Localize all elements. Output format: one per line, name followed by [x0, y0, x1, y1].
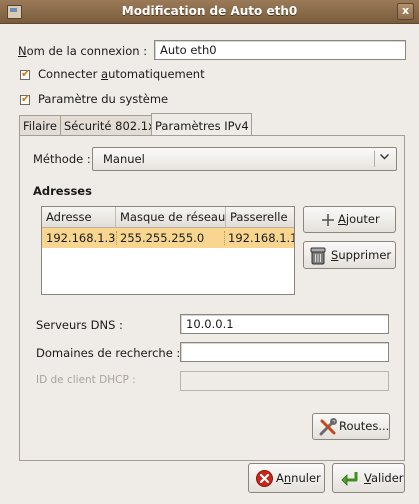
- ok-button-label: Valider: [364, 471, 404, 485]
- addresses-table[interactable]: Adresse Masque de réseau Passerelle 192.…: [41, 206, 295, 295]
- tab-ipv4[interactable]: Paramètres IPv4: [151, 113, 252, 136]
- auto-connect-label: Connecter automatiquement: [38, 67, 205, 81]
- ok-button[interactable]: Valider: [332, 463, 405, 493]
- dns-input[interactable]: 10.0.0.1: [180, 314, 389, 334]
- tab-filaire[interactable]: Filaire: [19, 115, 61, 135]
- search-domains-label: Domaines de recherche :: [36, 346, 181, 360]
- table-cell-netmask[interactable]: 255.255.255.0: [116, 231, 204, 245]
- method-combo[interactable]: Manuel: [92, 147, 397, 171]
- column-header-netmask[interactable]: Masque de réseau: [116, 207, 226, 228]
- remove-button-label: Supprimer: [331, 248, 392, 262]
- tab-securite[interactable]: Sécurité 802.1x: [60, 115, 155, 135]
- dialog-window: Modification de Auto eth0 x Nom de la co…: [0, 0, 419, 504]
- enter-arrow-icon: [340, 470, 360, 490]
- search-domains-input[interactable]: [180, 342, 389, 362]
- connection-name-label: Nom de la connexion :: [18, 44, 148, 58]
- dns-label: Serveurs DNS :: [36, 318, 123, 332]
- cancel-icon: [256, 470, 273, 490]
- connection-name-input[interactable]: Auto eth0: [154, 40, 406, 60]
- trash-icon: [309, 246, 327, 268]
- column-header-gateway[interactable]: Passerelle: [226, 207, 294, 228]
- method-value: Manuel: [103, 152, 145, 166]
- addresses-heading: Adresses: [33, 184, 92, 198]
- routes-button-label: Routes...: [339, 419, 390, 433]
- title-bar[interactable]: Modification de Auto eth0 x: [0, 0, 419, 24]
- add-address-button[interactable]: Ajouter: [303, 206, 396, 233]
- add-button-label: Ajouter: [338, 212, 380, 226]
- routes-button[interactable]: Routes...: [312, 413, 390, 440]
- method-label: Méthode :: [33, 152, 91, 166]
- remove-address-button[interactable]: Supprimer: [303, 241, 396, 269]
- chevron-down-icon: [379, 151, 390, 165]
- cancel-button[interactable]: Annuler: [248, 463, 325, 493]
- system-param-label: Paramètre du système: [38, 92, 169, 106]
- auto-connect-checkbox[interactable]: [20, 67, 30, 80]
- plus-icon: [321, 213, 335, 230]
- close-button[interactable]: x: [397, 3, 414, 20]
- combo-separator: [374, 151, 375, 167]
- system-param-checkbox[interactable]: [20, 92, 30, 105]
- tools-icon: [318, 418, 338, 439]
- cancel-button-label: Annuler: [276, 471, 321, 485]
- window-title: Modification de Auto eth0: [121, 4, 298, 18]
- column-header-address[interactable]: Adresse: [42, 207, 116, 228]
- table-cell-address[interactable]: 192.168.1.3: [46, 231, 116, 245]
- dhcp-client-id-input: [180, 371, 389, 391]
- table-cell-gateway[interactable]: 192.168.1.1: [224, 231, 294, 245]
- dhcp-client-id-label: ID de client DHCP :: [36, 374, 136, 386]
